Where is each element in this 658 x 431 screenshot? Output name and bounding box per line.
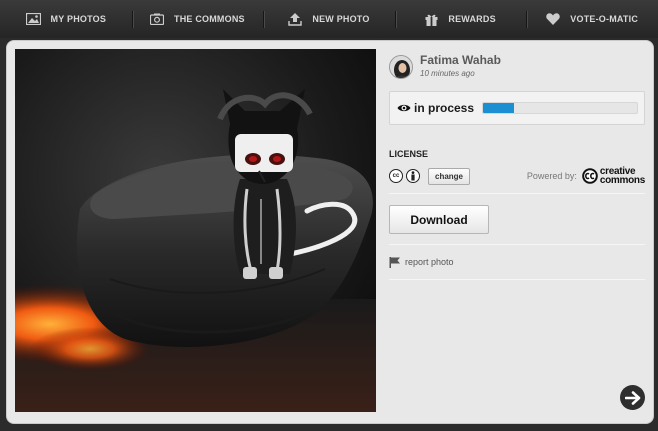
- creative-commons-icon: [582, 168, 598, 184]
- nav-new-photo[interactable]: NEW PHOTO: [263, 0, 395, 38]
- nav-rewards[interactable]: REWARDS: [394, 0, 527, 38]
- report-photo-label: report photo: [405, 257, 454, 267]
- camera-icon: [150, 13, 165, 25]
- progress-fill: [483, 103, 514, 113]
- user-info: Fatima Wahab 10 minutes ago: [389, 51, 645, 83]
- nav-the-commons-label: THE COMMONS: [174, 14, 245, 24]
- change-license-button[interactable]: change: [428, 167, 471, 185]
- user-name[interactable]: Fatima Wahab: [420, 53, 501, 67]
- nav-the-commons[interactable]: THE COMMONS: [131, 0, 264, 38]
- divider: [389, 193, 645, 194]
- eye-icon: [397, 104, 411, 112]
- upload-time: 10 minutes ago: [420, 69, 475, 78]
- progress-bar: [482, 102, 639, 114]
- nav-my-photos[interactable]: MY PHOTOS: [0, 0, 132, 38]
- nav-vote-o-matic[interactable]: VOTE-O-MATIC: [526, 0, 658, 38]
- flag-icon: [389, 256, 400, 268]
- nav-vote-o-matic-label: VOTE-O-MATIC: [570, 14, 639, 24]
- nav-new-photo-label: NEW PHOTO: [312, 14, 370, 24]
- upload-icon: [288, 12, 303, 26]
- status-label: in process: [414, 101, 475, 115]
- image-icon: [25, 13, 41, 25]
- cc-logo-line2: commons: [599, 175, 645, 186]
- heart-icon: [546, 13, 561, 25]
- download-button[interactable]: Download: [389, 205, 489, 234]
- report-photo-link[interactable]: report photo: [389, 245, 645, 279]
- photo-image[interactable]: [15, 49, 376, 412]
- license-heading: LICENSE: [389, 149, 429, 159]
- photo-sidebar: Fatima Wahab 10 minutes ago in process L…: [389, 51, 645, 280]
- avatar[interactable]: [389, 55, 413, 79]
- attribution-icon: [406, 169, 420, 183]
- license-row: cc change Powered by: creative commons: [389, 167, 645, 186]
- processing-status: in process: [389, 91, 645, 125]
- arrow-right-icon: [624, 390, 640, 405]
- user-avatar-icon: [390, 56, 412, 78]
- photo-card: Fatima Wahab 10 minutes ago in process L…: [6, 40, 654, 424]
- next-photo-button[interactable]: [620, 385, 645, 410]
- gift-icon: [425, 14, 438, 26]
- nav-rewards-label: REWARDS: [448, 14, 496, 24]
- cc-icon: cc: [389, 169, 403, 183]
- divider: [389, 279, 645, 280]
- cat-drawing: [15, 49, 376, 412]
- creative-commons-logo[interactable]: creative commons: [582, 167, 645, 186]
- powered-by-label: Powered by:: [526, 171, 577, 181]
- nav-my-photos-label: MY PHOTOS: [50, 14, 107, 24]
- top-nav: MY PHOTOS THE COMMONS NEW PHOTO REWARDS …: [0, 0, 658, 38]
